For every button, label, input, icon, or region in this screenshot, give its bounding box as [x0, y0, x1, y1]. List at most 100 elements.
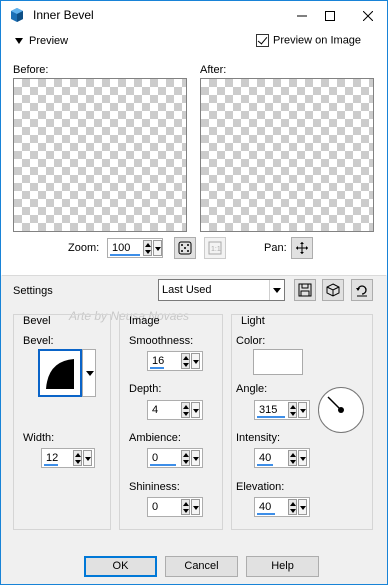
- move-icon: [296, 242, 308, 254]
- angle-value: 315: [259, 404, 278, 416]
- color-label: Color:: [236, 335, 266, 347]
- angle-label: Angle:: [236, 383, 268, 395]
- save-preset-button[interactable]: [294, 279, 316, 301]
- inner-bevel-dialog: Inner Bevel Preview Preview on Image Bef…: [0, 0, 388, 585]
- zoom-label: Zoom:: [68, 242, 100, 254]
- elevation-stepper[interactable]: 40: [254, 497, 310, 517]
- dropdown-arrow-icon[interactable]: [153, 240, 162, 256]
- zoom-value: 100: [112, 242, 131, 254]
- dropdown-arrow-icon[interactable]: [191, 353, 200, 369]
- angle-needle-icon: [327, 396, 344, 413]
- reset-icon: [356, 285, 367, 297]
- svg-text:1:1: 1:1: [211, 246, 221, 253]
- spin-arrows-icon[interactable]: [181, 450, 190, 466]
- width-label: Width:: [23, 432, 55, 444]
- ok-button[interactable]: OK: [84, 556, 157, 577]
- fit-icon: [178, 241, 192, 255]
- elevation-slider-fill: [257, 513, 275, 515]
- intensity-value: 40: [259, 452, 272, 464]
- spin-arrows-icon[interactable]: [143, 240, 152, 256]
- after-preview[interactable]: [200, 78, 374, 232]
- bevel-shape-picker[interactable]: [38, 349, 82, 397]
- zoom-fit-button[interactable]: [174, 237, 196, 259]
- bevel-shape-icon: [46, 359, 74, 389]
- elevation-label: Elevation:: [236, 481, 285, 493]
- app-icon: [11, 8, 23, 22]
- smoothness-stepper[interactable]: 16: [147, 351, 203, 371]
- divider: [2, 275, 386, 276]
- actual-size-icon: 1:1: [208, 241, 222, 255]
- settings-label: Settings: [13, 285, 53, 297]
- cancel-button[interactable]: Cancel: [165, 556, 238, 577]
- dropdown-arrow-icon[interactable]: [298, 450, 307, 466]
- spin-arrows-icon[interactable]: [181, 353, 190, 369]
- ambience-value: 0: [152, 452, 159, 464]
- dropdown-arrow-icon[interactable]: [191, 402, 200, 418]
- after-label: After:: [200, 64, 227, 76]
- preview-on-image-label: Preview on Image: [273, 34, 362, 47]
- window-title: Inner Bevel: [33, 8, 94, 22]
- preview-on-image-checkbox[interactable]: Preview on Image: [256, 34, 361, 47]
- bevel-dropdown-button[interactable]: [82, 349, 96, 397]
- checkbox-checked-icon: [256, 34, 269, 47]
- zoom-stepper[interactable]: 100: [107, 238, 163, 258]
- shininess-label: Shininess:: [129, 481, 180, 493]
- dropdown-arrow-icon[interactable]: [298, 499, 307, 515]
- shininess-value: 0: [152, 501, 159, 513]
- reset-button[interactable]: [351, 279, 373, 301]
- bevel-label: Bevel:: [23, 335, 54, 347]
- dropdown-arrow-icon[interactable]: [298, 402, 307, 418]
- ambience-stepper[interactable]: 0: [147, 448, 203, 468]
- close-icon[interactable]: [351, 1, 385, 29]
- dropdown-arrow-icon[interactable]: [191, 450, 200, 466]
- width-value: 12: [46, 452, 59, 464]
- preset-dropdown[interactable]: Last Used: [158, 279, 285, 301]
- help-button[interactable]: Help: [246, 556, 319, 577]
- angle-slider-fill: [257, 416, 285, 418]
- angle-dial[interactable]: [318, 387, 364, 433]
- intensity-stepper[interactable]: 40: [254, 448, 310, 468]
- preset-value: Last Used: [162, 284, 212, 296]
- bevel-group-label: Bevel: [23, 315, 51, 327]
- intensity-label: Intensity:: [236, 432, 281, 444]
- spin-arrows-icon[interactable]: [73, 450, 82, 466]
- depth-stepper[interactable]: 4: [147, 400, 203, 420]
- smoothness-slider-fill: [150, 367, 164, 369]
- dropdown-arrow-icon[interactable]: [191, 499, 200, 515]
- preview-toggle-label: Preview: [29, 35, 69, 47]
- ambience-label: Ambience:: [129, 432, 181, 444]
- elevation-value: 40: [259, 501, 272, 513]
- light-color-swatch[interactable]: [253, 349, 303, 375]
- preview-toggle[interactable]: Preview: [15, 35, 68, 47]
- before-preview[interactable]: [13, 78, 187, 232]
- pan-label: Pan:: [264, 242, 287, 254]
- maximize-icon[interactable]: [313, 1, 347, 29]
- width-slider-fill: [44, 464, 58, 466]
- intensity-slider-fill: [257, 464, 273, 466]
- chevron-down-icon: [15, 38, 23, 45]
- angle-stepper[interactable]: 315: [254, 400, 310, 420]
- spin-arrows-icon[interactable]: [181, 402, 190, 418]
- width-stepper[interactable]: 12: [41, 448, 95, 468]
- light-group-label: Light: [241, 315, 265, 327]
- spin-arrows-icon[interactable]: [288, 450, 297, 466]
- depth-label: Depth:: [129, 383, 162, 395]
- before-label: Before:: [13, 64, 49, 76]
- spin-arrows-icon[interactable]: [288, 402, 297, 418]
- zoom-slider-fill: [110, 254, 140, 256]
- dice-icon: [326, 283, 340, 297]
- preview-area: Preview Preview on Image Before: After: …: [1, 29, 387, 275]
- image-group-label: Image: [129, 315, 160, 327]
- randomize-button[interactable]: [322, 279, 344, 301]
- smoothness-label: Smoothness:: [129, 335, 194, 347]
- title-bar: Inner Bevel: [1, 1, 387, 29]
- dropdown-arrow-icon[interactable]: [83, 450, 92, 466]
- zoom-actual-size-button[interactable]: 1:1: [204, 237, 226, 259]
- shininess-stepper[interactable]: 0: [147, 497, 203, 517]
- smoothness-value: 16: [152, 355, 165, 367]
- chevron-down-icon: [269, 280, 284, 300]
- spin-arrows-icon[interactable]: [181, 499, 190, 515]
- spin-arrows-icon[interactable]: [288, 499, 297, 515]
- depth-value: 4: [152, 404, 159, 416]
- pan-button[interactable]: [291, 237, 313, 259]
